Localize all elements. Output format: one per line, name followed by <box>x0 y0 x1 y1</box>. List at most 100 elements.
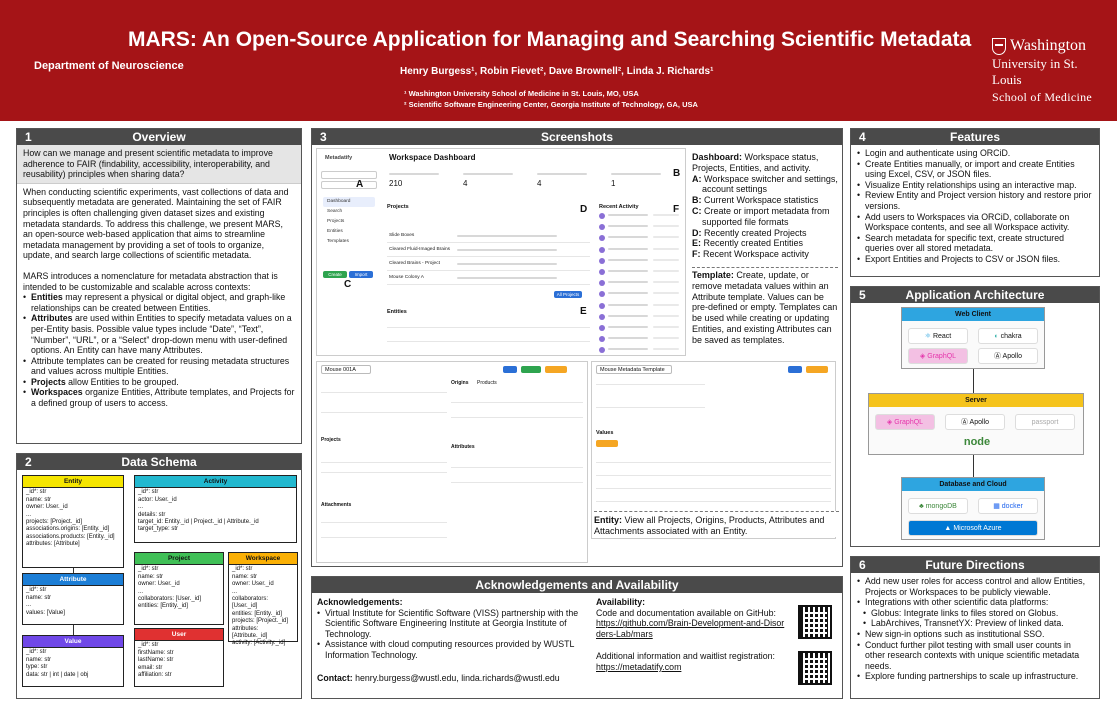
schema-field: name: str <box>138 573 164 580</box>
create-button[interactable]: Create <box>323 271 347 278</box>
schema-field: lastName: str <box>138 657 174 664</box>
key-letter: C: <box>692 205 702 216</box>
stat-value: 4 <box>537 179 542 188</box>
actions-button[interactable] <box>545 366 567 373</box>
term-description: allow Entities to be grouped. <box>65 376 179 387</box>
activity-line <box>608 303 648 306</box>
activity-line <box>608 225 648 228</box>
project-row-name[interactable]: Mouse Colony A <box>389 275 424 280</box>
activity-line <box>608 348 648 351</box>
nav-item[interactable]: Templates <box>323 237 375 247</box>
schema-activity-box: Activity _id*: str actor: User._id... detai… <box>134 475 297 543</box>
activity-line <box>608 247 648 250</box>
passport-chip: passport <box>1015 414 1075 430</box>
values-label: Values <box>596 430 614 436</box>
schema-field: _id*: str <box>138 489 159 496</box>
nav-item[interactable]: Dashboard <box>323 197 375 207</box>
passport-label: passport <box>1031 419 1059 426</box>
section-title: Data Schema <box>121 455 197 469</box>
schema-field: firstName: str <box>138 649 174 656</box>
key-description: Recent Workspace activity <box>700 249 809 260</box>
schema-fields: _id*: str firstName: str lastName: str emai… <box>135 641 223 680</box>
attributes-label: Attributes <box>451 444 475 450</box>
user-avatar-icon <box>599 325 605 331</box>
apollo-label: Apollo <box>969 419 990 426</box>
actions-button[interactable] <box>806 366 828 373</box>
values-actions-button[interactable] <box>596 440 618 447</box>
edit-button[interactable] <box>503 366 517 373</box>
feature-item: Create Entities manually, or import and … <box>857 159 1093 180</box>
nav-item[interactable]: Entities <box>323 227 375 237</box>
contact-heading: Contact: <box>317 672 353 683</box>
project-row-name[interactable]: Slide Boxes <box>389 233 414 238</box>
feature-item: Visualize Entity relationships using an … <box>857 180 1093 191</box>
caption-head: Dashboard: <box>692 152 743 162</box>
project-row-description <box>457 249 557 251</box>
waitlist-link[interactable]: https://metadatify.com <box>596 662 681 672</box>
github-link[interactable]: https://github.com/Brain-Development-and… <box>596 618 784 639</box>
entity-title: Mouse 001A <box>321 365 371 374</box>
activity-time <box>653 337 679 340</box>
entity-attribute-arrow <box>73 568 74 573</box>
activity-time <box>653 348 679 351</box>
feature-item: Add users to Workspaces via ORCiD, colla… <box>857 212 1093 233</box>
app-name: Metadatify <box>325 155 353 161</box>
client-server-arrow <box>973 369 974 393</box>
github-qr-code[interactable] <box>798 605 832 639</box>
stat-value: 1 <box>611 179 616 188</box>
activity-time <box>653 258 679 261</box>
docker-chip: ▦ docker <box>978 498 1038 514</box>
edit-button[interactable] <box>788 366 802 373</box>
nomenclature-list: Entities may represent a physical or dig… <box>23 292 295 409</box>
projects-label: Projects <box>387 204 409 210</box>
nav-item[interactable]: Search <box>323 207 375 217</box>
project-row-divider <box>387 270 590 271</box>
project-row-name[interactable]: Cleared Brains - Project <box>389 261 440 266</box>
import-button[interactable]: Import <box>349 271 373 278</box>
schema-fields: _id*: str name: str owner: User._id... proj… <box>23 488 123 549</box>
user-avatar-icon <box>599 213 605 219</box>
dashboard-caption: Dashboard: Workspace status, Projects, E… <box>692 152 838 260</box>
all-projects-button[interactable]: All Projects <box>554 291 582 298</box>
user-avatar-icon <box>599 269 605 275</box>
schema-field: _id*: str <box>232 566 253 573</box>
history-button[interactable] <box>521 366 541 373</box>
stat-caption-line <box>537 173 587 175</box>
graphql-icon: ◈ <box>919 353 926 360</box>
nav-item[interactable]: Projects <box>323 217 375 227</box>
project-row-name[interactable]: Cleared Fluid-Imaged Brains <box>389 247 450 252</box>
schema-value-box: Value _id*: str name: str type: str data: st… <box>22 635 124 687</box>
mongodb-label: mongoDB <box>925 503 957 510</box>
web-client-box: Web Client ⚛ React ◐ chakra ◈ GraphQL Ⓐ … <box>901 307 1045 369</box>
products-label: Products <box>477 380 497 386</box>
dashboard-heading: Workspace Dashboard <box>389 153 476 162</box>
user-avatar-icon <box>599 336 605 343</box>
nomenclature-item: Attributes are used within Entities to s… <box>23 313 295 355</box>
workspace-switcher[interactable] <box>321 171 377 179</box>
caption-head: Template: <box>692 270 734 280</box>
workspace-dropdown[interactable] <box>321 181 377 189</box>
schema-workspace-title: Workspace <box>229 553 297 566</box>
schema-entity-box: Entity _id*: str name: str owner: User._id.… <box>22 475 124 568</box>
research-question: How can we manage and present scientific… <box>17 145 301 184</box>
features-list: Login and authenticate using ORCiD.Creat… <box>857 148 1093 265</box>
schema-field: _id*: str <box>138 642 159 649</box>
dashboard-nav: Dashboard Search Projects Entities Templates <box>323 197 375 247</box>
schema-field: projects: [Project._id] <box>26 519 83 526</box>
graphql-icon: ◈ <box>886 419 893 426</box>
schema-field: attributes: [Attribute] <box>26 541 80 548</box>
origins-label: Origins <box>451 380 469 386</box>
schema-field: _id*: str <box>26 649 47 656</box>
schema-value-title: Value <box>23 636 123 649</box>
apollo-label: Apollo <box>1002 353 1023 360</box>
acknowledgements-panel: Acknowledgements and Availability Acknow… <box>311 576 843 699</box>
feature-item: Search metadata for specific text, creat… <box>857 233 1093 254</box>
tag-e: E <box>580 306 587 317</box>
schema-field: ... <box>232 588 238 595</box>
schema-field: name: str <box>26 594 52 601</box>
key-description: Workspace switcher and settings, account… <box>701 173 838 195</box>
website-qr-code[interactable] <box>798 651 832 685</box>
waitlist-text: Additional information and waitlist regi… <box>596 651 775 662</box>
server-apollo-chip: Ⓐ Apollo <box>945 414 1005 430</box>
schema-fields: _id*: str name: str type: str data: str | i… <box>23 648 123 680</box>
